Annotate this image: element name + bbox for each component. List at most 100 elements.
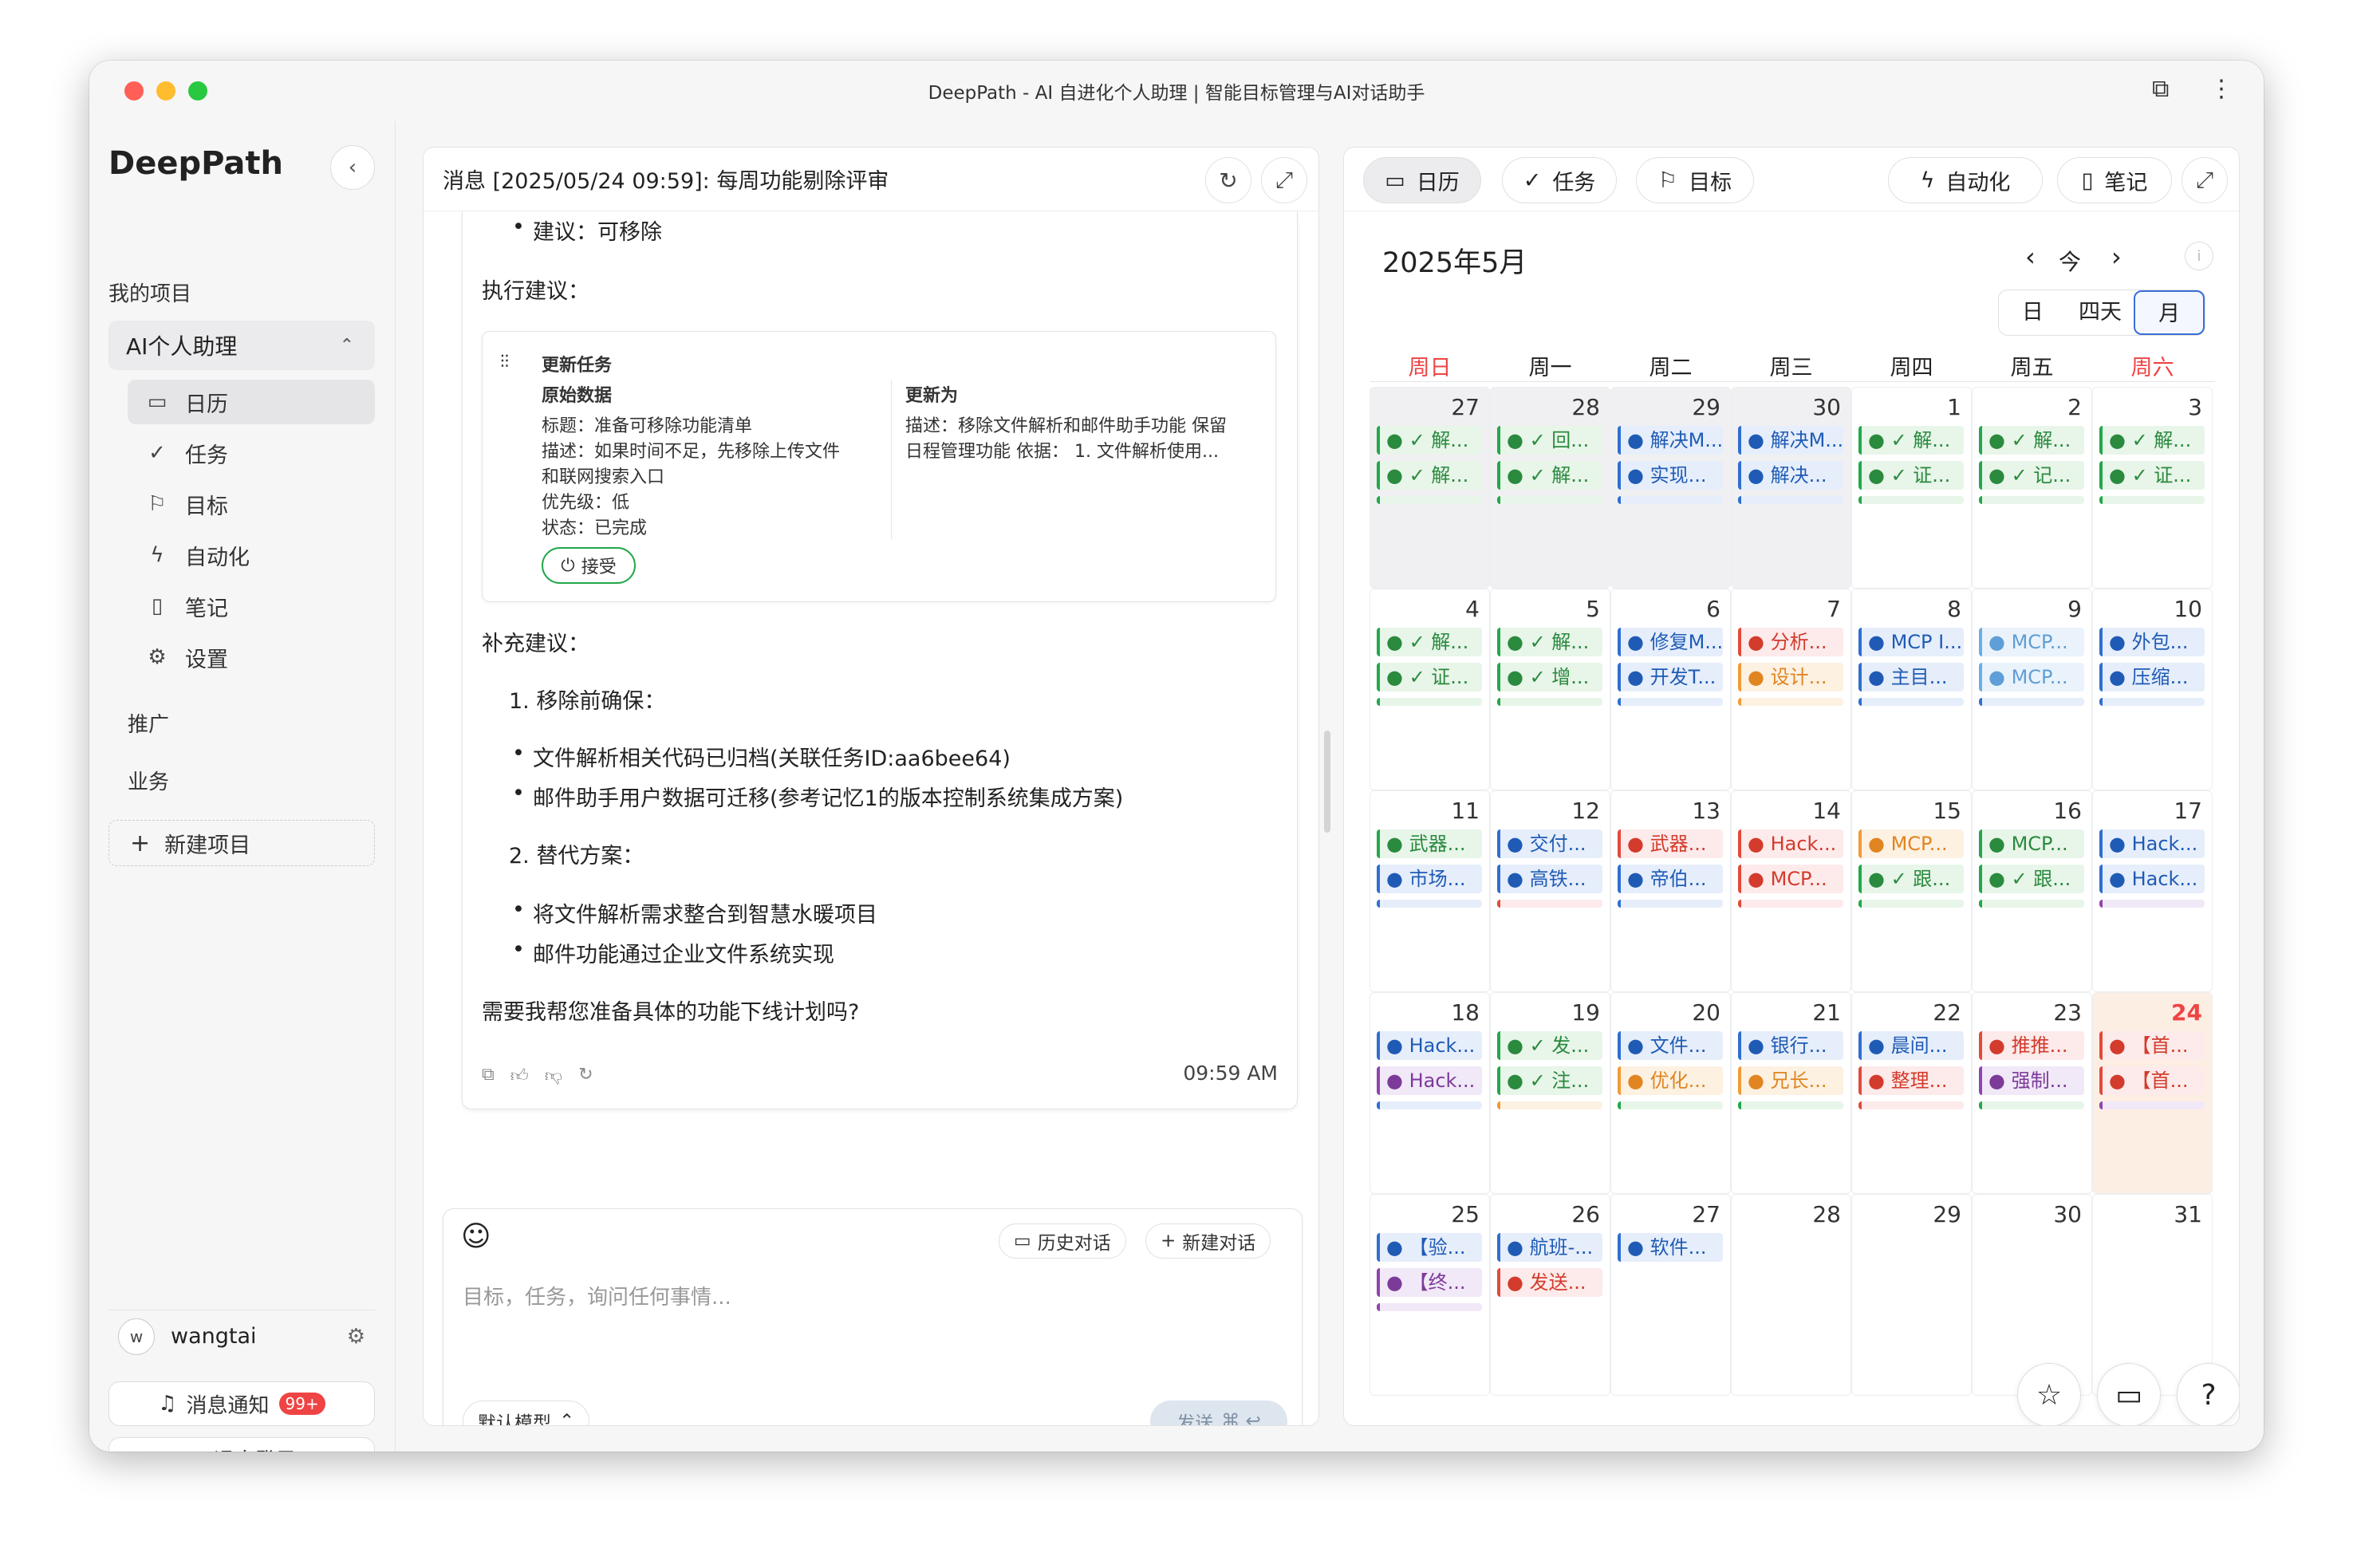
sidebar-item-3[interactable]: ϟ 自动化 — [128, 533, 375, 577]
notifications-button[interactable]: ♫ 消息通知 99+ — [108, 1381, 375, 1426]
calendar-event[interactable]: ● ✓ 解... — [1377, 461, 1482, 490]
calendar-day[interactable]: 7 ● 分析... ● 设计... — [1731, 589, 1851, 790]
close-window-button[interactable] — [124, 81, 144, 100]
calendar-day[interactable]: 18 ● Hack... ● Hack... — [1370, 992, 1490, 1194]
calendar-event[interactable] — [1377, 900, 1482, 908]
calendar-event[interactable] — [1858, 698, 1964, 706]
calendar-day[interactable]: 29 — [1851, 1194, 1972, 1396]
regenerate-icon[interactable]: ↻ — [578, 1065, 593, 1086]
calendar-event[interactable]: ● 开发T... — [1618, 663, 1723, 691]
maximize-window-button[interactable] — [188, 81, 207, 100]
calendar-day[interactable]: 20 ● 文件... ● 优化... — [1610, 992, 1731, 1194]
calendar-day[interactable]: 23 ● 推推... ● 强制... — [1972, 992, 2092, 1194]
calendar-day[interactable]: 17 ● Hack... ● Hack... — [2092, 790, 2213, 992]
calendar-event[interactable] — [1979, 698, 2084, 706]
calendar-event[interactable] — [1497, 496, 1602, 504]
more-menu-icon[interactable]: ⋮ — [2209, 75, 2233, 103]
calendar-event[interactable]: ● ✓ 证... — [2099, 461, 2205, 490]
calendar-event[interactable]: ● 优化... — [1618, 1066, 1723, 1095]
calendar-event[interactable]: ● 软件... — [1618, 1233, 1723, 1262]
calendar-event[interactable]: ● 帝伯... — [1618, 865, 1723, 893]
sidebar-item-2[interactable]: ⚐ 目标 — [128, 482, 375, 526]
calendar-event[interactable]: ● ✓ 证... — [1858, 461, 1964, 490]
calendar-day[interactable]: 15 ● MCP... ● ✓ 跟... — [1851, 790, 1972, 992]
calendar-event[interactable] — [1858, 496, 1964, 504]
chat-input[interactable]: 目标，任务，询问任何事情... — [463, 1281, 731, 1310]
calendar-day[interactable]: 30 — [1972, 1194, 2092, 1396]
collapse-sidebar-button[interactable]: ‹ — [330, 145, 375, 190]
history-button[interactable]: ▭ 历史对话 — [999, 1223, 1126, 1259]
calendar-day[interactable]: 27 ● ✓ 解... ● ✓ 解... — [1370, 387, 1490, 589]
minimize-window-button[interactable] — [156, 81, 175, 100]
calendar-event[interactable]: ● 市场... — [1377, 865, 1482, 893]
calendar-event[interactable]: ● MCP... — [1979, 829, 2084, 858]
calendar-event[interactable]: ● 分析... — [1738, 628, 1843, 656]
calendar-event[interactable] — [1738, 496, 1843, 504]
calendar-event[interactable]: ● ✓ 注... — [1497, 1066, 1602, 1095]
calendar-day[interactable]: 4 ● ✓ 解... ● ✓ 证... — [1370, 589, 1490, 790]
calendar-day[interactable]: 19 ● ✓ 发... ● ✓ 注... — [1490, 992, 1610, 1194]
calendar-event[interactable] — [1497, 1101, 1602, 1109]
calendar-event[interactable]: ● MCP... — [1979, 663, 2084, 691]
tab-1[interactable]: ✓ 任务 — [1502, 157, 1617, 203]
calendar-event[interactable] — [1377, 1303, 1482, 1311]
calendar-day[interactable]: 25 ● 【验... ● 【终... — [1370, 1194, 1490, 1396]
user-profile[interactable]: w wangtai ⚙ — [108, 1310, 375, 1362]
calendar-event[interactable]: ● 推推... — [1979, 1031, 2084, 1060]
calendar-event[interactable]: ● ✓ 跟... — [1858, 865, 1964, 893]
calendar-day[interactable]: 29 ● 解决M... ● 实现... — [1610, 387, 1731, 589]
calendar-event[interactable]: ● 武器... — [1377, 829, 1482, 858]
calendar-event[interactable]: ● 强制... — [1979, 1066, 2084, 1095]
promo-label[interactable]: 推广 — [128, 708, 169, 738]
calendar-event[interactable]: ● 【首... — [2099, 1031, 2205, 1060]
calendar-event[interactable]: ● 外包... — [2099, 628, 2205, 656]
calendar-event[interactable]: ● ✓ 记... — [1979, 461, 2084, 490]
calendar-event[interactable]: ● Hack... — [1377, 1031, 1482, 1060]
calendar-event[interactable] — [1858, 900, 1964, 908]
calendar-day[interactable]: 30 ● 解决M... ● 解决... — [1731, 387, 1851, 589]
logout-button[interactable]: ⇥ 退出登录 — [108, 1437, 375, 1452]
calendar-event[interactable] — [1738, 1101, 1843, 1109]
calendar-event[interactable]: ● 交付... — [1497, 829, 1602, 858]
calendar-event[interactable]: ● ✓ 增... — [1497, 663, 1602, 691]
sidebar-item-0[interactable]: ▭ 日历 — [128, 380, 375, 424]
calendar-event[interactable]: ● 解决M... — [1618, 426, 1723, 455]
calendar-event[interactable]: ● 解决M... — [1738, 426, 1843, 455]
tab-4[interactable]: ▯ 笔记 — [2057, 157, 2172, 203]
calendar-day[interactable]: 5 ● ✓ 解... ● ✓ 增... — [1490, 589, 1610, 790]
calendar-event[interactable]: ● 实现... — [1618, 461, 1723, 490]
new-chat-button[interactable]: + 新建对话 — [1145, 1223, 1271, 1259]
calendar-event[interactable]: ● ✓ 解... — [1979, 426, 2084, 455]
extension-icon[interactable]: ⧉ — [2152, 75, 2169, 103]
calendar-event[interactable]: ● ✓ 跟... — [1979, 865, 2084, 893]
expand-icon[interactable]: ⤢ — [1261, 157, 1307, 203]
calendar-event[interactable]: ● 【首... — [2099, 1066, 2205, 1095]
calendar-day[interactable]: 16 ● MCP... ● ✓ 跟... — [1972, 790, 2092, 992]
calendar-event[interactable] — [1979, 1101, 2084, 1109]
calendar-day[interactable]: 10 ● 外包... ● 压缩... — [2092, 589, 2213, 790]
accept-button[interactable]: ⏻ 接受 — [542, 547, 636, 584]
send-button[interactable]: 发送 ⌘ ↩ — [1150, 1401, 1287, 1425]
calendar-event[interactable] — [1618, 900, 1723, 908]
refresh-icon[interactable]: ↻ — [1205, 157, 1251, 203]
calendar-day[interactable]: 12 ● 交付... ● 高铁... — [1490, 790, 1610, 992]
calendar-event[interactable]: ● 【终... — [1377, 1268, 1482, 1297]
calendar-event[interactable]: ● ✓ 发... — [1497, 1031, 1602, 1060]
calendar-event[interactable]: ● 发送... — [1497, 1268, 1602, 1297]
star-icon[interactable]: ☆ — [2017, 1363, 2081, 1425]
calendar-event[interactable] — [2099, 900, 2205, 908]
calendar-day[interactable]: 13 ● 武器... ● 帝伯... — [1610, 790, 1731, 992]
gear-icon[interactable]: ⚙ — [347, 1325, 365, 1349]
thumbs-up-icon[interactable]: 👍︎ — [510, 1065, 529, 1086]
calendar-day[interactable]: 21 ● 银行... ● 兄长... — [1731, 992, 1851, 1194]
calendar-event[interactable]: ● 【验... — [1377, 1233, 1482, 1262]
calendar-event[interactable]: ● 银行... — [1738, 1031, 1843, 1060]
help-icon[interactable]: ? — [2177, 1363, 2239, 1425]
calendar-day[interactable]: 3 ● ✓ 解... ● ✓ 证... — [2092, 387, 2213, 589]
calendar-event[interactable]: ● Hack... — [1738, 829, 1843, 858]
calendar-event[interactable] — [1738, 900, 1843, 908]
calendar-event[interactable]: ● MCP I... — [1858, 628, 1964, 656]
calendar-event[interactable] — [2099, 698, 2205, 706]
view-option-0[interactable]: 日 — [1999, 290, 2067, 335]
info-icon[interactable]: i — [2185, 242, 2213, 270]
